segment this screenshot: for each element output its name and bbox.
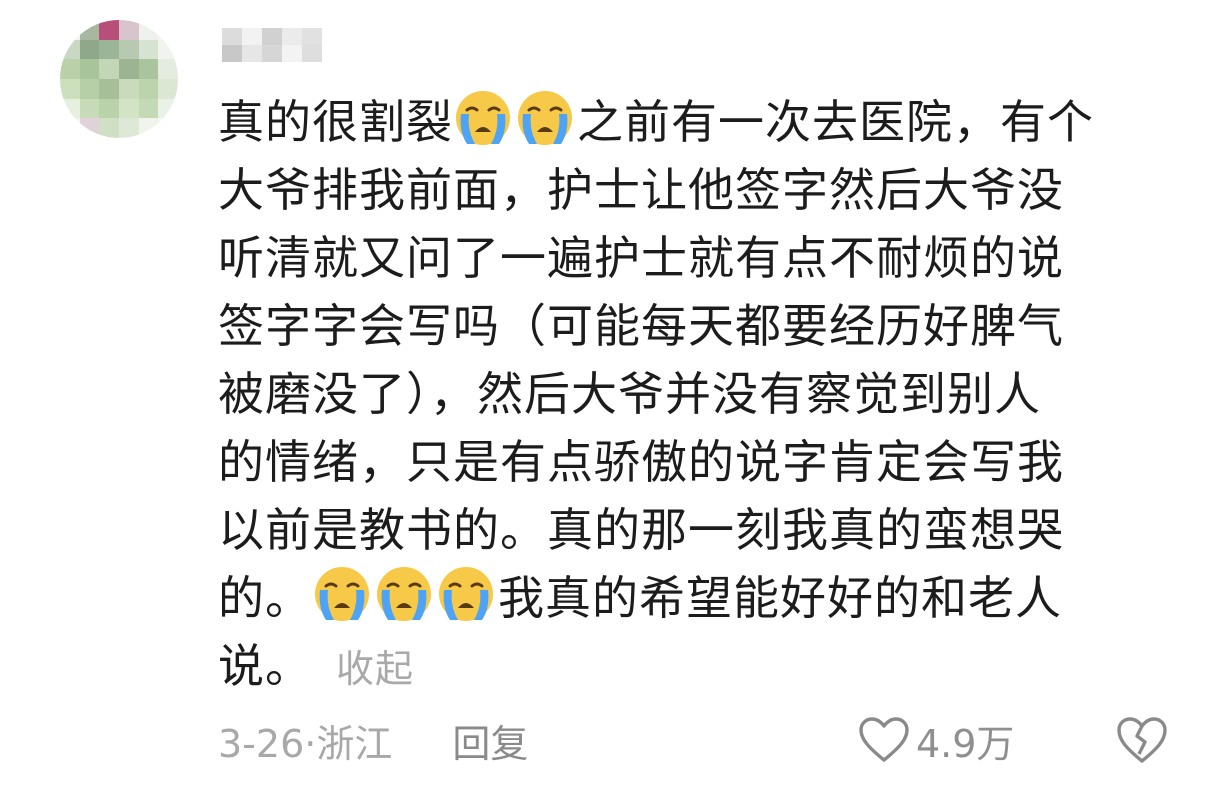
collapse-link[interactable]: 收起 bbox=[336, 647, 414, 691]
avatar-pixel bbox=[138, 20, 159, 40]
avatar-pixel bbox=[118, 20, 139, 40]
username-pixel bbox=[222, 28, 242, 45]
comment-line: 签字字会写吗（可能每天都要经历好脾气 bbox=[218, 299, 1064, 353]
comment-line: 说。 收起 bbox=[218, 639, 415, 693]
comment-footer: 3-26·浙江 回复 4.9万 bbox=[218, 712, 1178, 768]
avatar-pixel bbox=[60, 118, 80, 138]
avatar-pixel bbox=[79, 78, 100, 99]
username-pixel bbox=[262, 28, 282, 45]
avatar-pixel bbox=[79, 20, 100, 40]
loudly-crying-face-icon bbox=[312, 564, 372, 624]
avatar-pixel bbox=[158, 39, 178, 60]
avatar-pixel bbox=[79, 118, 100, 138]
loudly-crying-face-icon bbox=[453, 88, 513, 148]
username-blurred[interactable] bbox=[222, 28, 322, 62]
avatar-pixel bbox=[138, 78, 159, 99]
avatar-pixel bbox=[99, 20, 119, 40]
username-pixel bbox=[242, 45, 262, 62]
avatar-pixel bbox=[158, 98, 178, 119]
avatar-pixel bbox=[138, 98, 159, 119]
comment-line: 的。 我真的希望能好好的和老人 bbox=[218, 564, 1168, 632]
avatar-pixel bbox=[99, 39, 119, 60]
comment-line: 的情绪，只是有点骄傲的说字肯定会写我 bbox=[218, 435, 1064, 489]
avatar-pixel bbox=[60, 20, 80, 40]
avatar-pixel bbox=[118, 118, 139, 138]
comment-line: 以前是教书的。真的那一刻我真的蛮想哭 bbox=[218, 503, 1064, 557]
username-pixel bbox=[282, 45, 302, 62]
avatar-pixel bbox=[99, 98, 119, 119]
loudly-crying-face-icon bbox=[374, 564, 434, 624]
comment-text: 真的很割裂 之前有一次去医院，有个 大爷排我前面，护士让他签字然后大爷没 听清就又… bbox=[218, 88, 1168, 700]
avatar-pixel bbox=[158, 118, 178, 138]
username-pixel bbox=[222, 45, 242, 62]
loudly-crying-face-icon bbox=[515, 88, 575, 148]
comment-line: 听清就又问了一遍护士就有点不耐烦的说 bbox=[218, 231, 1064, 285]
avatar-pixel bbox=[158, 78, 178, 99]
username-pixel bbox=[242, 28, 262, 45]
avatar-pixel bbox=[138, 39, 159, 60]
avatar-pixel bbox=[79, 59, 100, 79]
loudly-crying-face-icon bbox=[436, 564, 496, 624]
avatar-pixel bbox=[60, 98, 80, 119]
avatar-pixel bbox=[60, 39, 80, 60]
avatar-pixel bbox=[118, 78, 139, 99]
username-pixel bbox=[302, 28, 322, 45]
reply-button[interactable]: 回复 bbox=[452, 713, 528, 768]
avatar-pixel bbox=[99, 78, 119, 99]
date-location: 3-26·浙江 bbox=[218, 721, 393, 766]
avatar-pixel bbox=[60, 78, 80, 99]
username-pixel bbox=[262, 45, 282, 62]
avatar-pixel bbox=[118, 98, 139, 119]
comment-line: 被磨没了），然后大爷并没有察觉到别人 bbox=[218, 367, 1041, 421]
avatar-pixel bbox=[79, 39, 100, 60]
avatar-pixel bbox=[138, 59, 159, 79]
avatar-pixel bbox=[99, 118, 119, 138]
username-pixel bbox=[282, 28, 302, 45]
broken-heart-icon[interactable] bbox=[1116, 714, 1168, 766]
avatar-pixel bbox=[158, 59, 178, 79]
avatar-pixel bbox=[138, 118, 159, 138]
avatar-pixel bbox=[79, 98, 100, 119]
avatar-pixel bbox=[60, 59, 80, 79]
avatar-pixel bbox=[158, 20, 178, 40]
comment-line: 大爷排我前面，护士让他签字然后大爷没 bbox=[218, 163, 1064, 217]
heart-icon bbox=[859, 717, 909, 762]
avatar-pixel bbox=[118, 59, 139, 79]
comment-line: 真的很割裂 之前有一次去医院，有个 bbox=[218, 88, 1168, 156]
like-count: 4.9万 bbox=[916, 721, 1015, 766]
avatar-pixel bbox=[118, 39, 139, 60]
avatar-pixel bbox=[99, 59, 119, 79]
username-pixel bbox=[302, 45, 322, 62]
avatar[interactable] bbox=[60, 20, 178, 138]
like-button[interactable]: 4.9万 bbox=[858, 712, 1014, 768]
